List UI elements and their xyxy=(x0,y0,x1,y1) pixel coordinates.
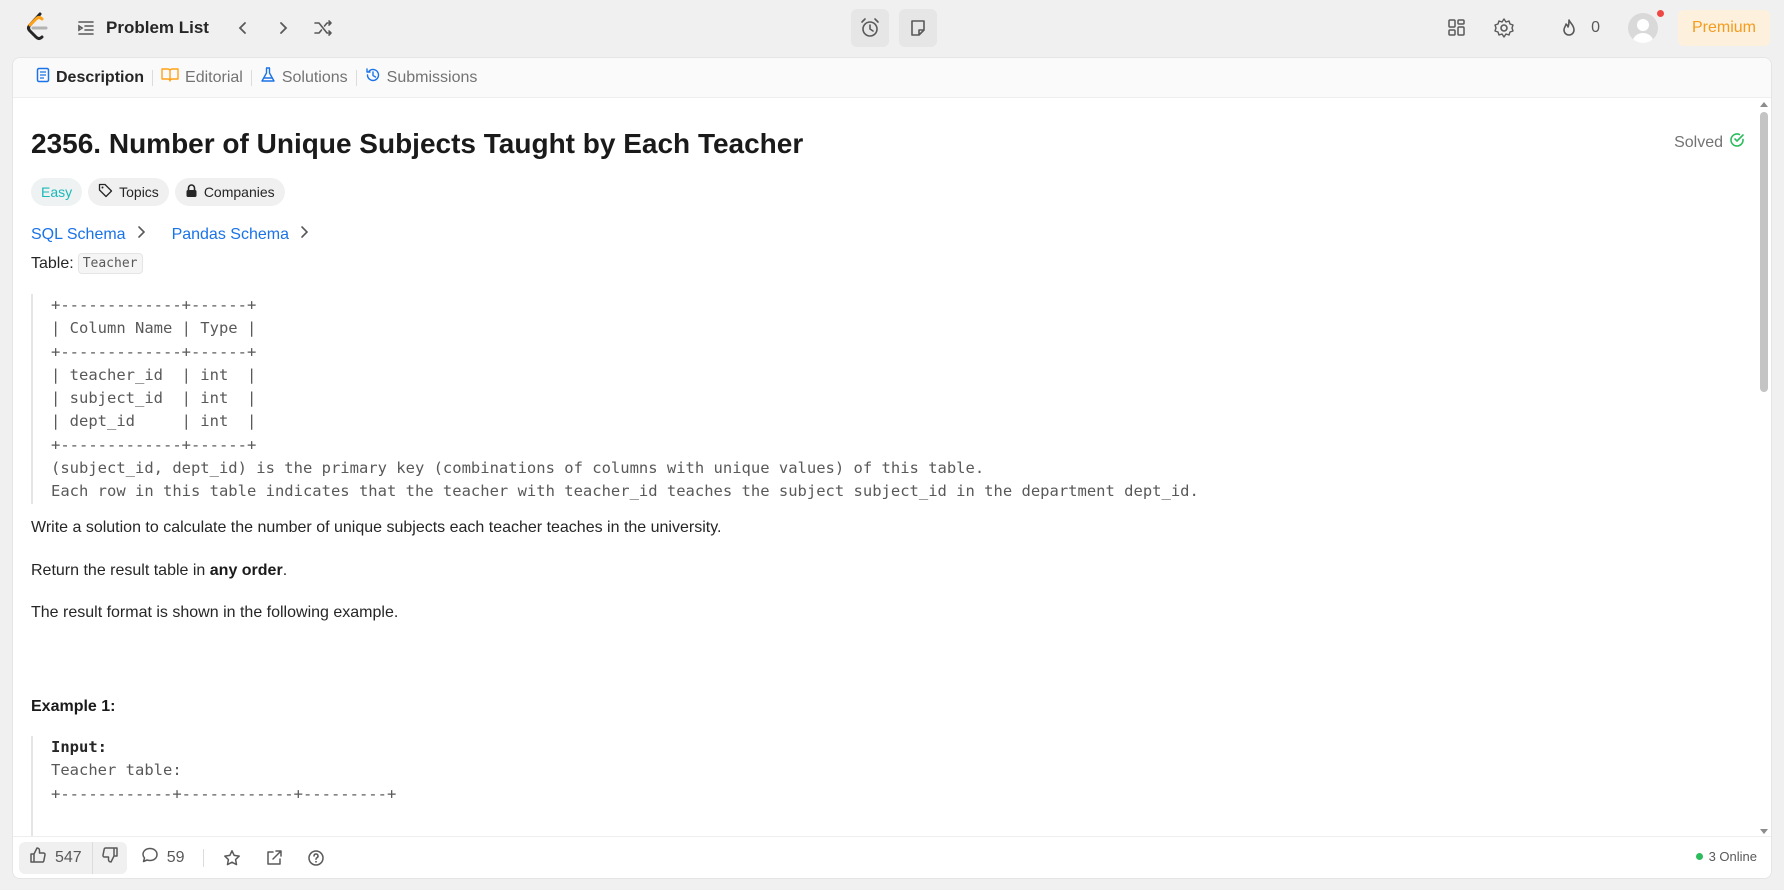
chevron-right-icon xyxy=(299,225,309,244)
like-count: 547 xyxy=(55,848,82,866)
online-count: 3 Online xyxy=(1708,849,1757,864)
tab-solutions[interactable]: Solutions xyxy=(252,67,356,88)
content-scrollbar[interactable] xyxy=(1757,98,1771,838)
topics-label: Topics xyxy=(119,184,159,200)
example-partial-line: +------------+------------+---------+ xyxy=(51,784,397,803)
table-name-line: Table: Teacher xyxy=(31,253,143,274)
problem-list-label: Problem List xyxy=(106,18,209,37)
comments-button[interactable]: 59 xyxy=(141,846,185,869)
sql-schema-label: SQL Schema xyxy=(31,225,126,243)
streak-count: 0 xyxy=(1591,19,1600,36)
example-table-label: Teacher table: xyxy=(51,761,182,780)
solved-label: Solved xyxy=(1674,133,1723,151)
bottom-divider xyxy=(202,848,204,867)
share-external-icon[interactable] xyxy=(260,844,288,872)
example-input-label: Input: xyxy=(51,738,107,756)
tab-label: Submissions xyxy=(386,68,478,86)
vote-group: 547 xyxy=(19,841,127,874)
schema-links: SQL Schema Pandas Schema xyxy=(31,225,309,244)
previous-problem-icon[interactable] xyxy=(229,14,257,42)
bottom-action-bar: 547 59 3 Online xyxy=(13,836,1771,878)
scroll-down-arrow-icon[interactable] xyxy=(1760,829,1768,834)
description-icon xyxy=(36,67,50,88)
order-prefix: Return the result table in xyxy=(31,562,210,579)
example-title: Example 1: xyxy=(31,698,116,715)
description-content: 2356. Number of Unique Subjects Taught b… xyxy=(31,98,1751,836)
history-icon xyxy=(365,67,381,88)
tab-label: Solutions xyxy=(281,68,348,86)
result-order-text: Return the result table in any order. xyxy=(31,562,287,580)
problem-title: 2356. Number of Unique Subjects Taught b… xyxy=(31,128,804,159)
star-icon[interactable] xyxy=(218,844,246,872)
check-circle-icon xyxy=(1729,132,1745,153)
schema-code-block: +-------------+------+ | Column Name | T… xyxy=(31,294,1751,504)
notification-dot xyxy=(1656,10,1664,17)
pandas-schema-label: Pandas Schema xyxy=(171,225,289,243)
example-code-block: Input: Teacher table: +------------+------… xyxy=(31,736,1751,836)
scroll-up-arrow-icon[interactable] xyxy=(1760,102,1768,107)
problem-badges: Easy Topics Companies xyxy=(31,178,285,206)
thumbs-up-icon xyxy=(29,846,47,869)
shuffle-icon[interactable] xyxy=(309,14,337,42)
premium-button[interactable]: Premium xyxy=(1677,10,1770,46)
problem-panel: Description Editorial Solutions Submissi… xyxy=(12,57,1772,879)
result-format-text: The result format is shown in the follow… xyxy=(31,604,399,621)
sql-schema-link[interactable]: SQL Schema xyxy=(31,225,146,244)
user-avatar[interactable] xyxy=(1627,10,1664,43)
thumbs-down-icon xyxy=(101,846,119,869)
tag-icon xyxy=(98,183,113,201)
order-bold: any order xyxy=(209,562,283,579)
notes-button[interactable] xyxy=(899,9,937,47)
next-problem-icon[interactable] xyxy=(269,14,297,42)
pandas-schema-link[interactable]: Pandas Schema xyxy=(172,225,309,244)
chevron-right-icon xyxy=(136,225,146,244)
tab-submissions[interactable]: Submissions xyxy=(357,67,486,88)
note-icon xyxy=(908,18,928,38)
tab-description[interactable]: Description xyxy=(28,67,152,88)
comment-bubble-icon xyxy=(141,846,159,869)
avatar-icon xyxy=(1627,13,1658,43)
layout-grid-icon[interactable] xyxy=(1441,12,1473,44)
book-icon xyxy=(161,67,179,88)
top-navigation-bar: Problem List 0 Premium xyxy=(0,0,1784,56)
panel-tabs: Description Editorial Solutions Submissi… xyxy=(13,58,1771,98)
tab-label: Editorial xyxy=(185,68,243,86)
streak-counter[interactable]: 0 xyxy=(1538,12,1600,44)
solved-status: Solved xyxy=(1674,132,1745,153)
flask-icon xyxy=(260,67,276,88)
settings-gear-icon[interactable] xyxy=(1488,12,1520,44)
scroll-thumb[interactable] xyxy=(1760,112,1768,392)
help-question-icon[interactable] xyxy=(302,844,330,872)
topics-button[interactable]: Topics xyxy=(88,178,169,206)
leetcode-logo-icon[interactable] xyxy=(24,12,52,42)
dislike-button[interactable] xyxy=(93,842,127,874)
online-indicator: 3 Online xyxy=(1695,849,1757,864)
companies-label: Companies xyxy=(203,184,275,200)
timer-button[interactable] xyxy=(851,9,889,47)
like-button[interactable]: 547 xyxy=(19,841,93,874)
alarm-clock-icon xyxy=(859,17,881,39)
tab-editorial[interactable]: Editorial xyxy=(153,67,251,88)
tab-label: Description xyxy=(56,68,145,86)
comment-count: 59 xyxy=(166,848,185,866)
table-prefix: Table: xyxy=(31,254,74,272)
list-icon xyxy=(76,18,96,38)
problem-statement: Write a solution to calculate the number… xyxy=(31,519,722,536)
difficulty-badge: Easy xyxy=(31,178,83,206)
table-name-code: Teacher xyxy=(77,253,143,274)
problem-list-button[interactable]: Problem List xyxy=(76,18,209,38)
fire-icon xyxy=(1553,12,1585,44)
companies-button[interactable]: Companies xyxy=(174,178,285,206)
online-dot-icon xyxy=(1695,853,1703,860)
lock-icon xyxy=(185,183,198,201)
order-suffix: . xyxy=(282,562,288,579)
